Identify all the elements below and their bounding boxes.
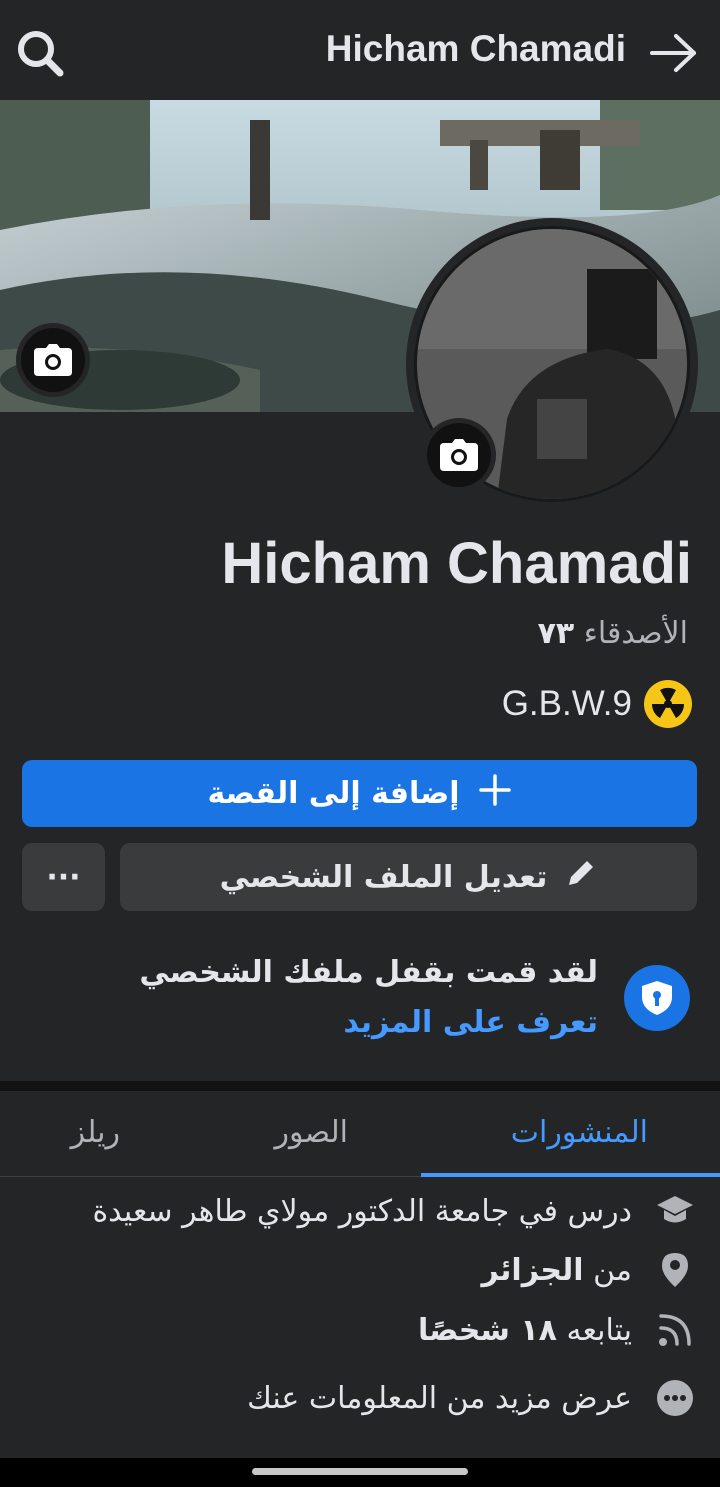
- intro-education: درس في جامعة الدكتور مولاي طاهر سعيدة: [16, 1186, 696, 1236]
- more-label: ···: [46, 859, 81, 895]
- intro-see-more[interactable]: عرض مزيد من المعلومات عنك: [16, 1373, 696, 1423]
- arrow-right-icon[interactable]: [648, 30, 700, 76]
- tab-reels[interactable]: ريلز: [71, 1115, 120, 1150]
- camera-icon: [427, 423, 491, 487]
- followers-value[interactable]: ١٨ شخصًا: [418, 1313, 557, 1348]
- lock-notice-title: لقد قمت بقفل ملفك الشخصي: [139, 955, 598, 990]
- profile-tabs: المنشورات الصور ريلز: [0, 1091, 720, 1177]
- followers-text: يتابعه ١٨ شخصًا: [418, 1313, 632, 1348]
- header-title: Hicham Chamadi: [325, 28, 626, 69]
- top-bar: Hicham Chamadi: [0, 0, 720, 100]
- followers-prefix: يتابعه: [566, 1312, 632, 1348]
- add-to-story-label: إضافة إلى القصة: [207, 776, 460, 811]
- graduation-cap-icon: [654, 1190, 696, 1232]
- radioactive-icon: [644, 680, 692, 728]
- plus-icon: [478, 773, 512, 815]
- intro-location: من الجزائر: [16, 1245, 696, 1295]
- rss-icon: [654, 1309, 696, 1351]
- search-icon[interactable]: [14, 27, 68, 81]
- edit-profile-label: تعديل الملف الشخصي: [219, 859, 548, 895]
- see-more-text: عرض مزيد من المعلومات عنك: [247, 1380, 632, 1416]
- section-divider: [0, 1081, 720, 1091]
- profile-name: Hicham Chamadi: [221, 531, 692, 596]
- location-value[interactable]: الجزائر: [482, 1253, 584, 1288]
- home-gesture-handle[interactable]: [252, 1468, 468, 1475]
- education-text: درس في جامعة الدكتور مولاي طاهر سعيدة: [92, 1193, 632, 1229]
- profile-lock-notice: لقد قمت بقفل ملفك الشخصي تعرف على المزيد: [90, 955, 690, 1055]
- bio-text: G.B.W.9: [501, 684, 632, 723]
- camera-icon: [21, 328, 85, 392]
- friends-number: ٧٣: [537, 616, 575, 651]
- tab-photos[interactable]: الصور: [275, 1115, 348, 1150]
- shield-lock-icon: [624, 965, 690, 1031]
- location-text: من الجزائر: [482, 1253, 633, 1288]
- intro-followers: يتابعه ١٨ شخصًا: [16, 1305, 696, 1355]
- avatar-camera-button[interactable]: [422, 418, 496, 492]
- active-tab-indicator: [421, 1173, 720, 1177]
- add-to-story-button[interactable]: إضافة إلى القصة: [22, 760, 697, 827]
- pencil-icon: [565, 857, 597, 897]
- edit-profile-button[interactable]: تعديل الملف الشخصي: [120, 843, 697, 911]
- location-prefix: من: [593, 1252, 632, 1288]
- cover-camera-button[interactable]: [16, 323, 90, 397]
- bio: G.B.W.9: [502, 680, 692, 728]
- friends-label: الأصدقاء: [583, 616, 688, 651]
- more-dots-icon: [654, 1377, 696, 1419]
- location-pin-icon: [654, 1249, 696, 1291]
- more-options-button[interactable]: ···: [22, 843, 105, 911]
- learn-more-link[interactable]: تعرف على المزيد: [343, 1005, 598, 1040]
- friends-count[interactable]: الأصدقاء ٧٣: [538, 616, 688, 651]
- tab-posts[interactable]: المنشورات: [511, 1115, 648, 1150]
- system-nav-bar: [0, 1458, 720, 1487]
